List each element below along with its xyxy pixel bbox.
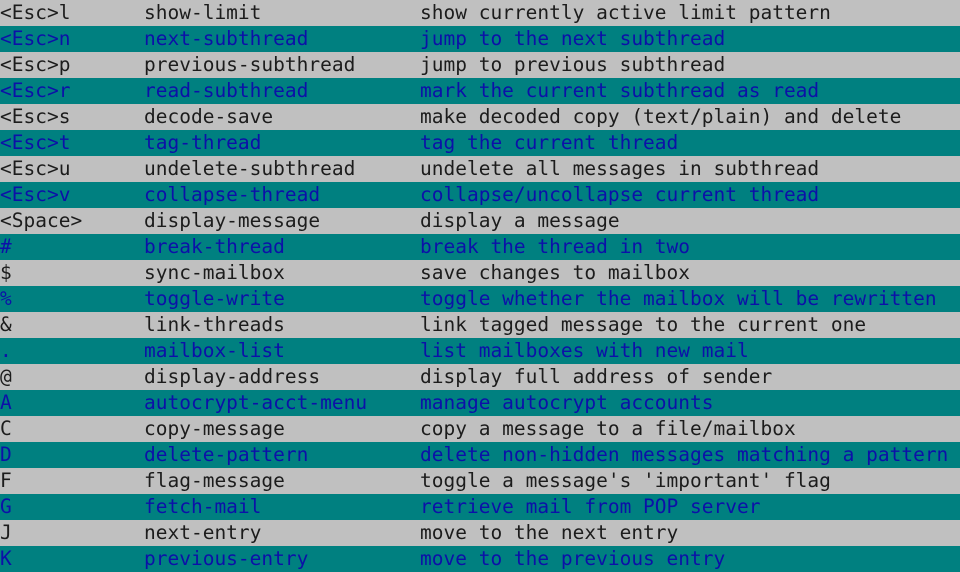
binding-row[interactable]: @ display-address display full address o…: [0, 364, 960, 390]
binding-row[interactable]: <Esc>l show-limit show currently active …: [0, 0, 960, 26]
binding-function: fetch-mail: [144, 495, 262, 518]
binding-description: save changes to mailbox: [420, 261, 691, 284]
binding-key: <Esc>t: [0, 131, 71, 154]
binding-description: display a message: [420, 209, 620, 232]
binding-function: display-message: [144, 209, 321, 232]
binding-key: <Esc>v: [0, 183, 71, 206]
binding-key: J: [0, 521, 12, 544]
binding-description: break the thread in two: [420, 235, 691, 258]
binding-key: A: [0, 391, 12, 414]
binding-row[interactable]: . mailbox-list list mailboxes with new m…: [0, 338, 960, 364]
binding-function: next-entry: [144, 521, 262, 544]
binding-key: G: [0, 495, 12, 518]
binding-description: move to the next entry: [420, 521, 679, 544]
binding-description: retrieve mail from POP server: [420, 495, 761, 518]
binding-description: show currently active limit pattern: [420, 1, 831, 24]
binding-description: link tagged message to the current one: [420, 313, 867, 336]
binding-key: C: [0, 417, 12, 440]
binding-description: move to the previous entry: [420, 547, 726, 570]
binding-row[interactable]: G fetch-mail retrieve mail from POP serv…: [0, 494, 960, 520]
binding-function: next-subthread: [144, 27, 309, 50]
binding-description: toggle whether the mailbox will be rewri…: [420, 287, 937, 310]
binding-row[interactable]: <Esc>u undelete-subthread undelete all m…: [0, 156, 960, 182]
binding-key: <Esc>r: [0, 79, 71, 102]
binding-function: mailbox-list: [144, 339, 285, 362]
binding-function: autocrypt-acct-menu: [144, 391, 368, 414]
binding-row[interactable]: <Esc>v collapse-thread collapse/uncollap…: [0, 182, 960, 208]
binding-function: read-subthread: [144, 79, 309, 102]
binding-function: delete-pattern: [144, 443, 309, 466]
binding-description: list mailboxes with new mail: [420, 339, 749, 362]
binding-key: #: [0, 235, 12, 258]
binding-function: toggle-write: [144, 287, 285, 310]
binding-row[interactable]: J next-entry move to the next entry: [0, 520, 960, 546]
binding-key: <Esc>l: [0, 1, 71, 24]
binding-key: &: [0, 313, 12, 336]
binding-key: K: [0, 547, 12, 570]
binding-function: sync-mailbox: [144, 261, 285, 284]
binding-description: copy a message to a file/mailbox: [420, 417, 796, 440]
binding-key: .: [0, 339, 12, 362]
binding-function: break-thread: [144, 235, 285, 258]
binding-key: %: [0, 287, 12, 310]
binding-key: F: [0, 469, 12, 492]
binding-row[interactable]: <Esc>r read-subthread mark the current s…: [0, 78, 960, 104]
binding-description: toggle a message's 'important' flag: [420, 469, 831, 492]
binding-key: D: [0, 443, 12, 466]
binding-row[interactable]: # break-thread break the thread in two: [0, 234, 960, 260]
binding-row[interactable]: C copy-message copy a message to a file/…: [0, 416, 960, 442]
binding-description: jump to previous subthread: [420, 53, 726, 76]
binding-description: undelete all messages in subthread: [420, 157, 820, 180]
binding-description: delete non-hidden messages matching a pa…: [420, 443, 949, 466]
binding-row[interactable]: <Esc>s decode-save make decoded copy (te…: [0, 104, 960, 130]
binding-function: show-limit: [144, 1, 262, 24]
binding-function: tag-thread: [144, 131, 262, 154]
binding-row[interactable]: F flag-message toggle a message's 'impor…: [0, 468, 960, 494]
binding-function: previous-subthread: [144, 53, 356, 76]
binding-row[interactable]: & link-threads link tagged message to th…: [0, 312, 960, 338]
binding-row[interactable]: <Esc>p previous-subthread jump to previo…: [0, 52, 960, 78]
binding-description: make decoded copy (text/plain) and delet…: [420, 105, 902, 128]
binding-row[interactable]: <Esc>n next-subthread jump to the next s…: [0, 26, 960, 52]
binding-key: <Esc>u: [0, 157, 71, 180]
binding-row[interactable]: K previous-entry move to the previous en…: [0, 546, 960, 572]
binding-row[interactable]: % toggle-write toggle whether the mailbo…: [0, 286, 960, 312]
binding-key: @: [0, 365, 12, 388]
binding-row[interactable]: <Esc>t tag-thread tag the current thread: [0, 130, 960, 156]
binding-description: jump to the next subthread: [420, 27, 726, 50]
binding-description: display full address of sender: [420, 365, 773, 388]
keybinding-list: <Esc>l show-limit show currently active …: [0, 0, 960, 572]
binding-row[interactable]: A autocrypt-acct-menu manage autocrypt a…: [0, 390, 960, 416]
binding-description: mark the current subthread as read: [420, 79, 820, 102]
binding-key: <Space>: [0, 209, 83, 232]
binding-key: <Esc>s: [0, 105, 71, 128]
binding-row[interactable]: $ sync-mailbox save changes to mailbox: [0, 260, 960, 286]
binding-description: manage autocrypt accounts: [420, 391, 714, 414]
binding-function: copy-message: [144, 417, 285, 440]
binding-description: tag the current thread: [420, 131, 679, 154]
binding-function: display-address: [144, 365, 321, 388]
binding-function: undelete-subthread: [144, 157, 356, 180]
binding-row[interactable]: <Space> display-message display a messag…: [0, 208, 960, 234]
binding-function: decode-save: [144, 105, 274, 128]
binding-row[interactable]: D delete-pattern delete non-hidden messa…: [0, 442, 960, 468]
binding-key: <Esc>p: [0, 53, 71, 76]
binding-function: collapse-thread: [144, 183, 321, 206]
binding-function: link-threads: [144, 313, 285, 336]
binding-function: flag-message: [144, 469, 285, 492]
binding-function: previous-entry: [144, 547, 309, 570]
binding-key: $: [0, 261, 12, 284]
binding-key: <Esc>n: [0, 27, 71, 50]
binding-description: collapse/uncollapse current thread: [420, 183, 820, 206]
